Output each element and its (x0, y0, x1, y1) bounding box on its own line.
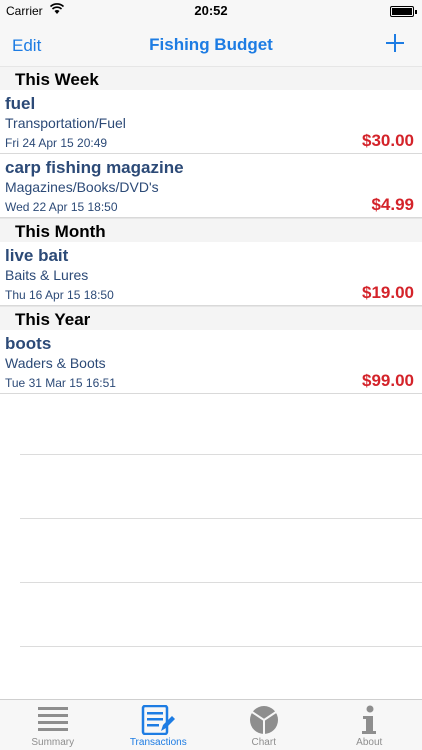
transaction-category: Transportation/Fuel (5, 115, 126, 131)
transaction-date: Thu 16 Apr 15 18:50 (5, 288, 114, 302)
transaction-category: Baits & Lures (5, 267, 89, 283)
section-header-this-year: This Year (0, 306, 422, 330)
tab-about[interactable]: About (317, 700, 422, 750)
transaction-name: live bait (5, 246, 69, 265)
section-header-this-month: This Month (0, 218, 422, 242)
transaction-amount: $99.00 (362, 371, 414, 390)
transaction-date: Tue 31 Mar 15 16:51 (5, 376, 116, 390)
add-icon[interactable] (384, 32, 406, 54)
empty-row-divider (20, 518, 422, 519)
transaction-name: boots (5, 334, 52, 353)
tab-label: About (356, 737, 383, 748)
tab-label: Transactions (129, 737, 187, 748)
navigation-bar: Edit Fishing Budget (0, 22, 422, 66)
empty-row-divider (20, 646, 422, 647)
tab-chart[interactable]: Chart (211, 700, 317, 750)
transaction-category: Waders & Boots (5, 355, 106, 371)
tab-summary[interactable]: Summary (0, 700, 106, 750)
transaction-amount: $4.99 (371, 195, 414, 214)
transaction-amount: $30.00 (362, 131, 414, 150)
tab-label: Chart (251, 737, 276, 748)
empty-row-divider (20, 582, 422, 583)
transaction-category: Magazines/Books/DVD's (5, 179, 159, 195)
transaction-name: carp fishing magazine (5, 158, 184, 177)
transaction-amount: $19.00 (362, 283, 414, 302)
transaction-row[interactable]: boots Waders & Boots Tue 31 Mar 15 16:51… (0, 330, 422, 394)
transaction-date: Wed 22 Apr 15 18:50 (5, 200, 118, 214)
list-lines-icon (37, 707, 68, 731)
transaction-name: fuel (5, 94, 36, 113)
battery-icon (390, 6, 417, 17)
tab-bar: Summary Transactions Chart About (0, 699, 422, 750)
tab-transactions[interactable]: Transactions (106, 700, 212, 750)
page-title: Fishing Budget (149, 35, 273, 54)
status-bar: Carrier 20:52 (0, 0, 422, 22)
transaction-row[interactable]: live bait Baits & Lures Thu 16 Apr 15 18… (0, 242, 422, 306)
tab-label: Summary (31, 737, 75, 748)
transaction-row[interactable]: carp fishing magazine Magazines/Books/DV… (0, 154, 422, 218)
transaction-date: Fri 24 Apr 15 20:49 (5, 136, 108, 150)
transactions-list: This Week fuel Transportation/Fuel Fri 2… (0, 66, 422, 394)
transaction-row[interactable]: fuel Transportation/Fuel Fri 24 Apr 15 2… (0, 90, 422, 154)
transactions-edit-icon (142, 705, 176, 735)
info-icon (362, 705, 377, 734)
section-header-this-week: This Week (0, 66, 422, 90)
empty-row-divider (20, 454, 422, 455)
pie-chart-icon (249, 706, 278, 734)
status-time: 20:52 (194, 3, 228, 18)
